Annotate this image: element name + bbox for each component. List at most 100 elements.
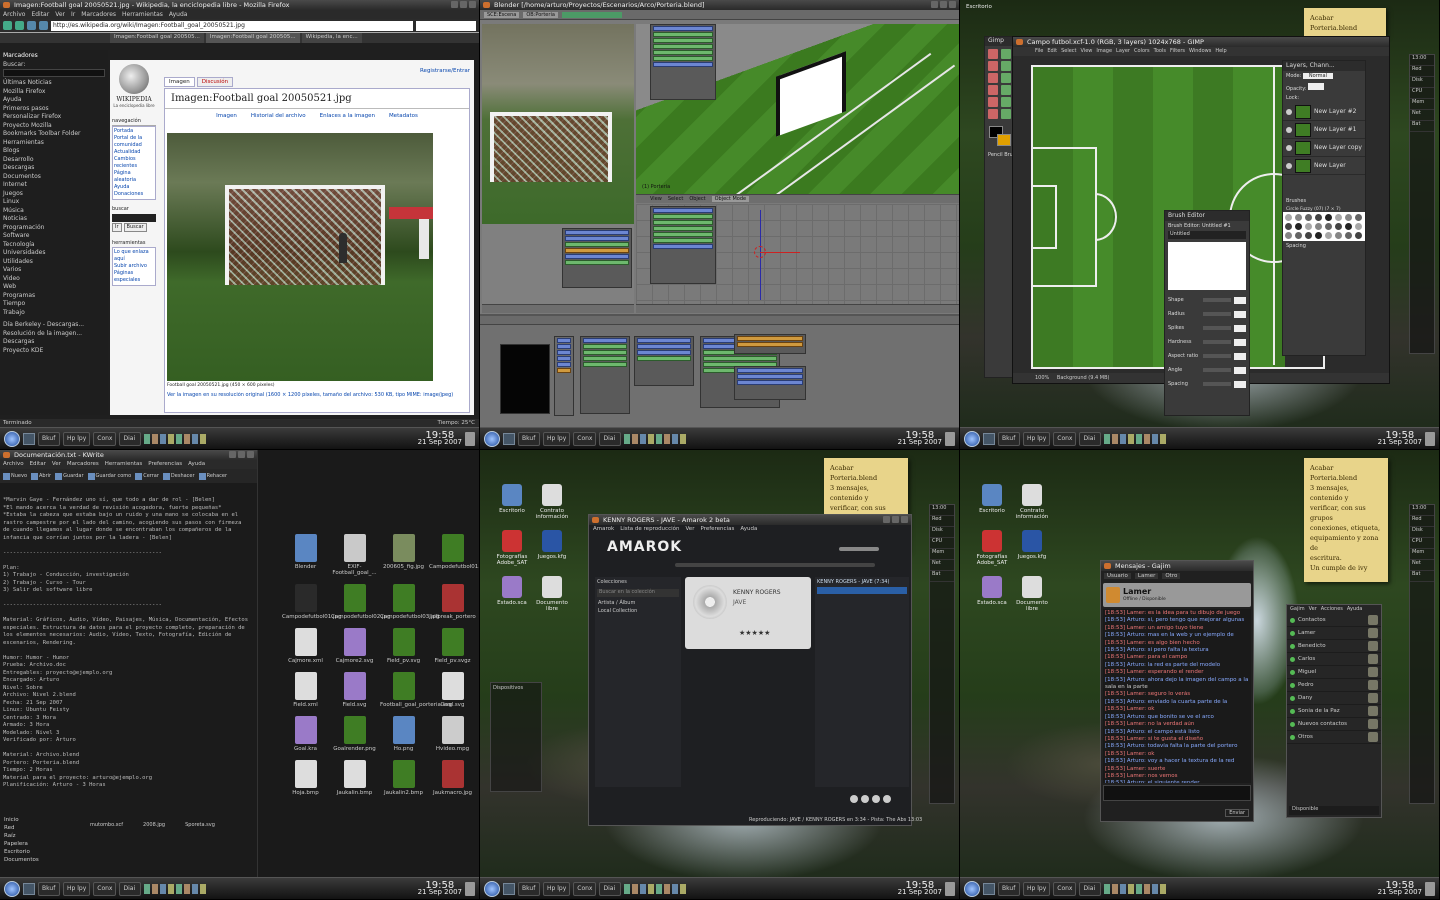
eye-icon[interactable] (1286, 126, 1292, 133)
tray-icon[interactable] (1160, 883, 1167, 894)
taskbar-button[interactable]: Bkuf (998, 431, 1020, 446)
tray-icon[interactable] (200, 883, 207, 894)
file-item[interactable]: Jailbreak_portero (429, 584, 476, 620)
tray-icon[interactable] (656, 883, 663, 894)
brush-swatch[interactable] (1305, 214, 1312, 221)
anim-panel[interactable] (634, 336, 694, 386)
desktop-icon[interactable]: Estado.sca (972, 576, 1012, 612)
sidebar-search-input[interactable] (3, 69, 105, 77)
collection-item[interactable]: Artista / Álbum (595, 599, 681, 607)
tray-icon[interactable] (664, 883, 671, 894)
nav-link[interactable]: Portal de la comunidad (114, 135, 154, 149)
brush-swatch[interactable] (1315, 223, 1322, 230)
widget-item[interactable]: Net (1410, 560, 1434, 571)
tray-icon[interactable] (1120, 433, 1127, 444)
wiki-go-button[interactable]: Ir (112, 223, 122, 232)
taskbar-button[interactable]: Conx (1053, 431, 1077, 446)
brush-swatch[interactable] (1335, 223, 1342, 230)
roster-menu-item[interactable]: Ayuda (1347, 605, 1362, 614)
kwrite-menu-item[interactable]: Ver (52, 460, 61, 469)
tray-icon[interactable] (176, 883, 183, 894)
file-item[interactable]: 200605_fig.jpg (380, 534, 427, 576)
minimize-icon[interactable] (931, 1, 938, 8)
brush-field-slider[interactable] (1203, 368, 1231, 372)
roster-status[interactable]: Disponible (1289, 806, 1379, 815)
bookmark-item[interactable]: Programación (3, 224, 105, 233)
taskbar-button[interactable]: Diai (1079, 431, 1102, 446)
taskbar-button[interactable]: Bkuf (998, 881, 1020, 896)
tray-icon[interactable] (656, 433, 663, 444)
widget-item[interactable]: Bat (1410, 571, 1434, 582)
places-item[interactable]: Papelera (4, 840, 84, 848)
roster-contact[interactable]: Sonia de la Paz (1287, 705, 1381, 718)
clock[interactable]: 19:58 21 Sep 2007 (898, 880, 942, 896)
gimp-menu-file[interactable]: File (1035, 47, 1043, 56)
tab-discusion[interactable]: Discusión (196, 77, 234, 87)
extra-panel[interactable] (734, 334, 806, 354)
gajim-titlebar[interactable]: Mensajes - Gajim (1101, 561, 1253, 571)
clock[interactable]: 19:58 21 Sep 2007 (898, 430, 942, 446)
widget-item[interactable]: Bat (930, 571, 954, 582)
tray-icon[interactable] (192, 433, 199, 444)
tray-icon[interactable] (144, 433, 151, 444)
color-swatches[interactable] (989, 126, 1013, 146)
file-item[interactable]: Field_pv.svgz (429, 628, 476, 664)
places-item[interactable]: Inicio (4, 816, 84, 824)
brush-swatch[interactable] (1345, 214, 1352, 221)
widget-item[interactable]: Net (930, 560, 954, 571)
bookmark-item[interactable]: Personalizar Firefox (3, 113, 105, 122)
widget-item[interactable]: Red (930, 516, 954, 527)
chat-log[interactable]: [18:53] Lamer: es la idea para tu dibujo… (1103, 609, 1251, 783)
roster-menu-item[interactable]: Gajim (1290, 605, 1305, 614)
taskbar-button[interactable]: Conx (1053, 881, 1077, 896)
tool-icon[interactable] (988, 61, 998, 71)
kwrite-editor[interactable]: *Marvin Gaye - Fernández uno sí, que tod… (0, 494, 252, 866)
brush-field-value[interactable] (1234, 366, 1246, 374)
bookmark-item[interactable]: Tecnología (3, 241, 105, 250)
nav-link[interactable]: Ayuda (114, 184, 154, 191)
volume-slider[interactable] (839, 547, 879, 551)
taskbar-button[interactable]: Diai (119, 881, 142, 896)
bookmark-item[interactable]: Mozilla Firefox (3, 88, 105, 97)
layer-row[interactable]: New Layer #2 (1283, 103, 1365, 121)
desktop-icon[interactable]: Documento libre (532, 576, 572, 612)
brush-swatch[interactable] (1335, 214, 1342, 221)
clock[interactable]: 19:58 21 Sep 2007 (418, 430, 462, 446)
brush-field-value[interactable] (1234, 310, 1246, 318)
recent-item[interactable]: Descargas (3, 338, 105, 347)
gimp-menu-view[interactable]: View (1081, 47, 1093, 56)
menu-archivo[interactable]: Archivo (3, 10, 25, 19)
tray-icon[interactable] (192, 883, 199, 894)
brush-swatch[interactable] (1335, 232, 1342, 239)
trash-icon[interactable] (1425, 431, 1435, 446)
tray-icon[interactable] (1120, 883, 1127, 894)
file-item[interactable]: Field.svg (331, 672, 378, 708)
taskbar-button[interactable]: Hp lpy (63, 881, 91, 896)
node[interactable] (650, 206, 716, 284)
desktop-icon[interactable]: Contrato información (1012, 484, 1052, 520)
bookmark-item[interactable]: Música (3, 207, 105, 216)
kde-menu-icon[interactable] (4, 880, 20, 897)
brush-swatch[interactable] (1325, 214, 1332, 221)
tray-icon[interactable] (1160, 433, 1167, 444)
rating-stars[interactable]: ★★★★★ (739, 629, 770, 637)
gimp-menu-layer[interactable]: Layer (1116, 47, 1130, 56)
toolbar-button[interactable]: Guardar (55, 472, 84, 480)
bookmark-item[interactable]: Juegos (3, 190, 105, 199)
tray-icon[interactable] (640, 433, 647, 444)
recent-item[interactable]: Proyecto KDE (3, 347, 105, 356)
wiki-logo[interactable]: WIKIPEDIA La enciclopedia libre (112, 62, 156, 112)
recent-item[interactable]: Resolución de la imagen... (3, 330, 105, 339)
tray-icon[interactable] (168, 883, 175, 894)
file-item[interactable]: Jaukmacro.jpg (429, 760, 476, 796)
widget-item[interactable]: Disk (1410, 527, 1434, 538)
roster-menu-item[interactable]: Acciones (1321, 605, 1343, 614)
show-desktop-icon[interactable] (23, 432, 35, 445)
roster-contact[interactable]: Nuevos contactos (1287, 718, 1381, 731)
gimp-menu-filters[interactable]: Filters (1170, 47, 1185, 56)
minimize-icon[interactable] (229, 451, 236, 458)
tool-icon[interactable] (1001, 109, 1011, 119)
roster-contact[interactable]: Otros (1287, 731, 1381, 744)
taskbar-button[interactable]: Hp lpy (63, 431, 91, 446)
collection-search[interactable]: Buscar en la colección (597, 589, 679, 597)
